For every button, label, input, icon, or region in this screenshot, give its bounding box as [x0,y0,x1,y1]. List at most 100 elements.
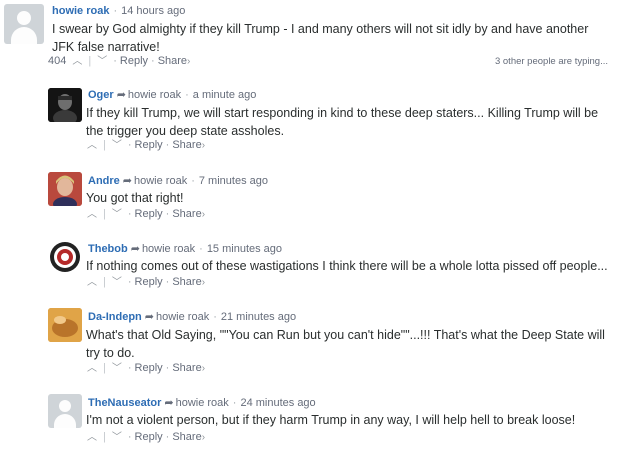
reply-to-name[interactable]: howie roak [142,243,195,255]
author-name[interactable]: TheNauseator [88,397,161,409]
reply-button[interactable]: Reply [135,138,163,152]
vote-divider: | [103,208,106,220]
avatar[interactable] [48,394,82,428]
chevron-down-icon[interactable]: ﹀ [109,139,125,153]
reply-arrow-icon: ➦ [130,243,140,255]
separator-dot: · [165,208,170,220]
chevron-up-icon[interactable]: ︿ [84,362,100,376]
timestamp[interactable]: 21 minutes ago [221,311,296,323]
root-comment: howie roak · 14 hours ago I swear by God a… [0,0,618,75]
avatar[interactable] [48,172,82,206]
reply-to-name[interactable]: howie roak [176,397,229,409]
chevron-right-icon: › [201,209,206,220]
reply-arrow-icon: ➦ [164,397,174,409]
chevron-right-icon: › [201,140,206,151]
comment-text: If they kill Trump, we will start respon… [86,106,599,138]
typing-indicator: 3 other people are typing... [494,56,608,67]
chevron-up-icon[interactable]: ︿ [84,431,100,445]
comment-text: I'm not a violent person, but if they ha… [86,413,576,427]
reply-arrow-icon: ➦ [116,89,126,101]
reply-button[interactable]: Reply [135,361,163,375]
avatar-body-shape [11,27,37,44]
separator-dot: · [185,89,189,101]
share-button[interactable]: Share [172,275,201,289]
vote-divider: | [103,362,106,374]
separator-dot: · [127,139,132,151]
avatar-head-shape [17,11,31,25]
comment-header: TheNauseator ➦ howie roak · 24 minutes ago [88,396,316,410]
timestamp[interactable]: 14 hours ago [121,5,185,17]
avatar-photo [48,308,82,342]
reply-comment: Thebob ➦ howie roak · 15 minutes ago If noth… [0,238,618,290]
separator-dot: · [113,55,117,67]
chevron-right-icon: › [187,56,191,67]
comment-footer: 404 ︿ | ﹀ · Reply · Share› [48,54,190,69]
avatar-photo [48,88,82,122]
vote-divider: | [103,431,106,443]
reply-arrow-icon: ➦ [144,311,154,323]
reply-button[interactable]: Reply [135,430,163,444]
share-button[interactable]: Share [172,207,201,221]
reply-button[interactable]: Reply [135,275,163,289]
share-button[interactable]: Share [172,361,201,375]
comment-text: If nothing comes out of these wastigatio… [86,259,608,273]
avatar[interactable] [4,4,44,44]
chevron-down-icon[interactable]: ﹀ [109,362,125,376]
timestamp[interactable]: 15 minutes ago [207,243,282,255]
comment-header: howie roak · 14 hours ago [52,4,185,18]
comment-header: Thebob ➦ howie roak · 15 minutes ago [88,242,282,256]
comment-text: What's that Old Saying, ""You can Run bu… [86,328,605,360]
author-name[interactable]: Thebob [88,243,128,255]
separator-dot: · [151,55,155,67]
separator-dot: · [165,139,170,151]
chevron-right-icon: › [201,363,206,374]
chevron-down-icon[interactable]: ﹀ [109,276,125,290]
reply-comment: TheNauseator ➦ howie roak · 24 minutes ago I… [0,392,618,448]
timestamp[interactable]: 24 minutes ago [240,397,315,409]
timestamp[interactable]: 7 minutes ago [199,175,268,187]
separator-dot: · [232,397,237,409]
chevron-up-icon[interactable]: ︿ [69,55,85,69]
author-name[interactable]: Oger [88,89,114,101]
avatar-photo [48,172,82,206]
author-name[interactable]: howie roak [52,5,109,17]
chevron-down-icon[interactable]: ﹀ [109,208,125,222]
reply-to-name[interactable]: howie roak [134,175,187,187]
reply-comment: Oger ➦ howie roak · a minute ago If they kil… [0,84,618,154]
comment-header: Da-Indepn ➦ howie roak · 21 minutes ago [88,310,296,324]
separator-dot: · [165,431,170,443]
share-button[interactable]: Share [172,138,201,152]
vote-divider: | [103,276,106,288]
separator-dot: · [199,243,203,255]
avatar-body-shape [54,414,76,428]
reply-to-name[interactable]: howie roak [128,89,181,101]
avatar[interactable] [48,88,82,122]
share-button[interactable]: Share [158,54,187,68]
reply-arrow-icon: ➦ [122,175,132,187]
chevron-down-icon[interactable]: ﹀ [94,55,110,69]
vote-divider: | [103,139,106,151]
share-button[interactable]: Share [172,430,201,444]
author-name[interactable]: Andre [88,175,120,187]
reply-comment: Da-Indepn ➦ howie roak · 21 minutes ago What… [0,306,618,378]
reply-button[interactable]: Reply [135,207,163,221]
avatar[interactable] [48,308,82,342]
comment-footer: ︿ | ﹀ · Reply · Share› [84,430,205,445]
comment-footer: ︿ | ﹀ · Reply · Share› [84,361,205,376]
separator-dot: · [213,311,217,323]
chevron-up-icon[interactable]: ︿ [84,139,100,153]
separator-dot: · [127,362,132,374]
chevron-down-icon[interactable]: ﹀ [109,431,125,445]
reply-to-name[interactable]: howie roak [156,311,209,323]
chevron-up-icon[interactable]: ︿ [84,276,100,290]
reply-button[interactable]: Reply [120,54,148,68]
timestamp[interactable]: a minute ago [193,89,257,101]
separator-dot: · [191,175,195,187]
avatar[interactable] [48,240,82,274]
separator-dot: · [127,276,132,288]
author-name[interactable]: Da-Indepn [88,311,142,323]
vote-count: 404 [48,55,67,67]
chevron-up-icon[interactable]: ︿ [84,208,100,222]
comment-text: I swear by God almighty if they kill Tru… [52,22,589,54]
reply-comment: Andre ➦ howie roak · 7 minutes ago You got t… [0,170,618,222]
